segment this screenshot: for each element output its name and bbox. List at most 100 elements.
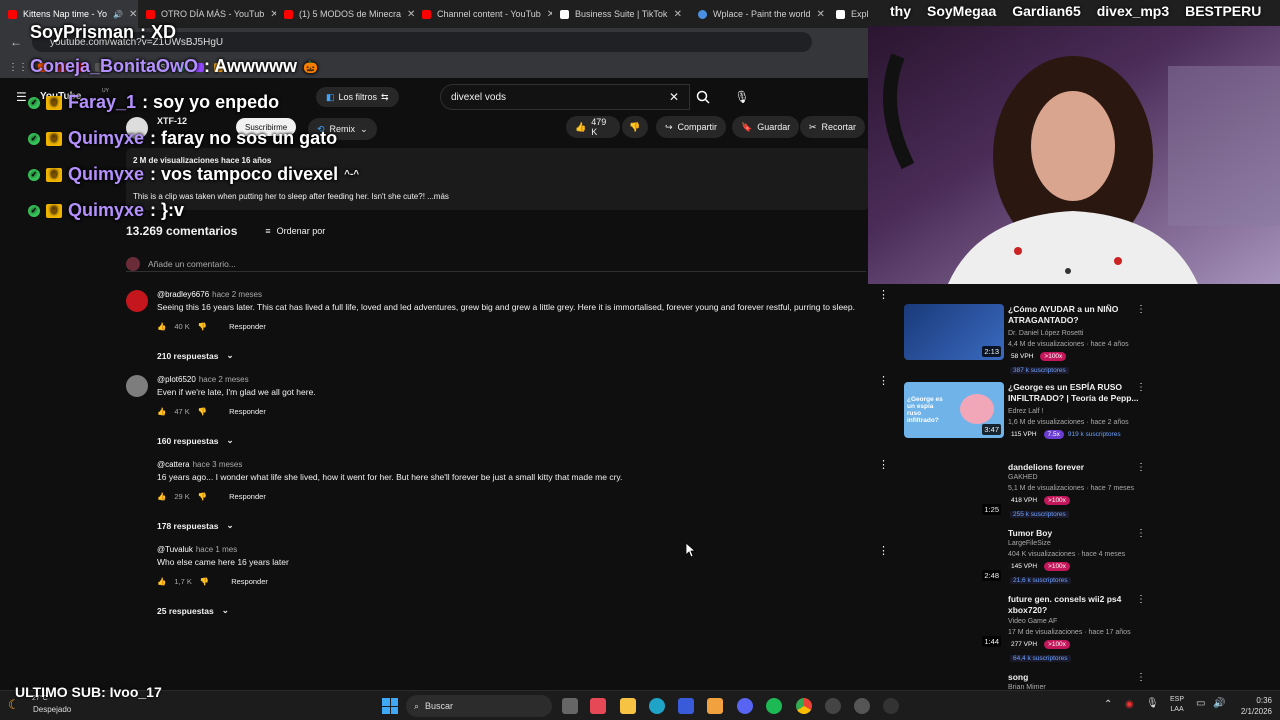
like-button[interactable]: 👍 479 K xyxy=(566,116,620,138)
bookmark[interactable] xyxy=(194,62,204,72)
bookmark[interactable] xyxy=(57,62,66,72)
discord-icon[interactable] xyxy=(737,698,753,714)
video-title[interactable]: ¿Cómo AYUDAR a un NIÑO ATRAGANTADO? xyxy=(1008,304,1143,326)
clock[interactable]: 0:36 2/1/2026 xyxy=(1234,695,1272,717)
bookmark[interactable] xyxy=(76,62,85,72)
bookmark[interactable] xyxy=(95,62,104,72)
close-tab-icon[interactable]: ✕ xyxy=(129,9,137,20)
reply-button[interactable]: Responder xyxy=(229,492,266,501)
avatar[interactable] xyxy=(126,375,148,397)
channel-name[interactable]: Video Game AF xyxy=(1008,618,1057,625)
search-button[interactable] xyxy=(688,84,718,110)
language-indicator[interactable]: ESP LAA xyxy=(1170,695,1184,715)
apps-grid-icon[interactable]: ⋮⋮ xyxy=(8,62,28,73)
comment-author[interactable]: @cattera hace 3 meses xyxy=(157,460,242,469)
back-icon[interactable]: ← xyxy=(10,35,22,49)
comment-author[interactable]: @bradley6676 hace 2 meses xyxy=(157,290,262,299)
edge-icon[interactable] xyxy=(649,698,665,714)
tray-icon[interactable]: ◉ xyxy=(1125,699,1134,710)
volume-icon[interactable]: 🔊 xyxy=(1213,698,1225,709)
chrome-icon[interactable] xyxy=(796,698,812,714)
channel-avatar[interactable] xyxy=(126,117,148,139)
thumbs-down-icon[interactable]: 👎 xyxy=(198,407,207,416)
video-thumbnail[interactable]: 2:13 xyxy=(904,304,1004,360)
more-options-icon[interactable]: ⋮ xyxy=(1136,382,1146,393)
thumbs-up-icon[interactable]: 👍 xyxy=(157,492,166,501)
dislike-button[interactable]: 👎 xyxy=(622,116,648,138)
bookmark-folder[interactable]: 🗀 JD xyxy=(114,60,135,74)
video-title[interactable]: ¿George es un ESPÍA RUSO INFILTRADO? | T… xyxy=(1008,382,1143,404)
reply-button[interactable]: Responder xyxy=(231,577,268,586)
app-icon[interactable] xyxy=(678,698,694,714)
browser-tab[interactable]: (1) 5 MODOS de Minecra ✕ xyxy=(276,0,414,28)
browser-tab[interactable]: Channel content - YouTub ✕ xyxy=(414,0,552,28)
avatar[interactable] xyxy=(126,460,148,482)
reply-button[interactable]: Responder xyxy=(229,407,266,416)
reply-button[interactable]: Responder xyxy=(229,322,266,331)
add-comment-input[interactable]: Añade un comentario... xyxy=(126,256,866,272)
channel-name[interactable]: Edrez Lalf ! xyxy=(1008,408,1043,415)
more-options-icon[interactable]: ⋮ xyxy=(1136,672,1146,683)
more-options-icon[interactable]: ⋮ xyxy=(1136,304,1146,315)
avatar[interactable] xyxy=(126,545,148,567)
thumbs-down-icon[interactable]: 👎 xyxy=(198,322,207,331)
close-tab-icon[interactable]: ✕ xyxy=(674,9,682,20)
filters-chip[interactable]: ◧ Los filtros ⇆ xyxy=(316,87,399,107)
replies-toggle[interactable]: 210 respuestas ⌄ xyxy=(157,350,234,361)
store-icon[interactable] xyxy=(590,698,606,714)
more-options-icon[interactable]: ⋮ xyxy=(1136,528,1146,539)
more-options-icon[interactable]: ⋮ xyxy=(1136,594,1146,605)
video-title[interactable]: dandelions forever xyxy=(1008,462,1143,473)
microphone-icon[interactable]: 🎙 xyxy=(1146,698,1159,709)
browser-tab[interactable]: Explore / xyxy=(828,0,868,28)
subscribe-button[interactable]: Suscribirme xyxy=(236,118,297,136)
more-options-icon[interactable]: ⋮ xyxy=(878,374,889,387)
remix-button[interactable]: ⟲ Remix ⌄ xyxy=(308,118,377,140)
video-thumbnail[interactable]: 2:48 xyxy=(904,528,1004,584)
chevron-up-icon[interactable]: ⌃ xyxy=(1104,699,1112,710)
browser-tab[interactable]: OTRO DÍA MÁS - YouTub ✕ xyxy=(138,0,276,28)
file-explorer-icon[interactable] xyxy=(620,698,636,714)
save-button[interactable]: 🔖 Guardar xyxy=(732,116,800,138)
replies-toggle[interactable]: 178 respuestas ⌄ xyxy=(157,520,234,531)
network-icon[interactable]: ▭ xyxy=(1196,698,1205,709)
taskbar-search[interactable]: ⌕ Buscar xyxy=(406,695,552,717)
thumbs-down-icon[interactable]: 👎 xyxy=(198,492,207,501)
replies-toggle[interactable]: 25 respuestas ⌄ xyxy=(157,605,229,616)
app-icon[interactable] xyxy=(707,698,723,714)
spotify-icon[interactable] xyxy=(766,698,782,714)
thumbs-up-icon[interactable]: 👍 xyxy=(157,577,166,586)
channel-name[interactable]: XTF-12 xyxy=(157,116,187,126)
youtube-logo[interactable]: YouTube xyxy=(40,91,81,102)
sort-button[interactable]: ≡ Ordenar por xyxy=(265,226,325,236)
bookmark-folder[interactable]: 🗀 LS xyxy=(145,60,166,74)
more-options-icon[interactable]: ⋮ xyxy=(878,544,889,557)
video-thumbnail[interactable]: ¿George es un espía ruso infiltrado? 3:47 xyxy=(904,382,1004,438)
more-options-icon[interactable]: ⋮ xyxy=(878,288,889,301)
url-field[interactable]: youtube.com/watch?v=Z1UWsBJ5HgU xyxy=(32,32,812,52)
comment-author[interactable]: @Tuvaluk hace 1 mes xyxy=(157,545,237,554)
close-tab-icon[interactable]: ✕ xyxy=(407,9,414,20)
close-tab-icon[interactable]: ✕ xyxy=(817,9,825,20)
task-view-icon[interactable] xyxy=(562,698,578,714)
video-thumbnail[interactable]: 1:44 xyxy=(904,594,1004,650)
windows-start-icon[interactable] xyxy=(382,698,398,714)
more-options-icon[interactable]: ⋮ xyxy=(1136,462,1146,473)
bookmark[interactable] xyxy=(38,62,47,72)
comment-author[interactable]: @plot6520 hace 2 meses xyxy=(157,375,249,384)
browser-tab[interactable]: Wplace - Paint the world ✕ xyxy=(690,0,828,28)
bookmark[interactable] xyxy=(213,62,223,72)
settings-icon[interactable] xyxy=(854,698,870,714)
thumbs-up-icon[interactable]: 👍 xyxy=(157,322,166,331)
clip-button[interactable]: ✂ Recortar xyxy=(800,116,866,138)
more-options-icon[interactable]: ⋮ xyxy=(878,458,889,471)
thumbs-up-icon[interactable]: 👍 xyxy=(157,407,166,416)
obs-icon[interactable] xyxy=(825,698,841,714)
video-title[interactable]: Tumor Boy xyxy=(1008,528,1143,539)
video-title[interactable]: future gen. consels wii2 ps4 xbox720? xyxy=(1008,594,1143,616)
channel-name[interactable]: Dr. Daniel López Rosetti xyxy=(1008,330,1083,337)
browser-tab[interactable]: Kittens Nap time - Yo 🔊 ✕ xyxy=(0,0,138,28)
browser-tab[interactable]: Business Suite | TikTok ✕ xyxy=(552,0,690,28)
thumbs-down-icon[interactable]: 👎 xyxy=(200,577,209,586)
clear-search-icon[interactable]: ✕ xyxy=(669,90,679,104)
